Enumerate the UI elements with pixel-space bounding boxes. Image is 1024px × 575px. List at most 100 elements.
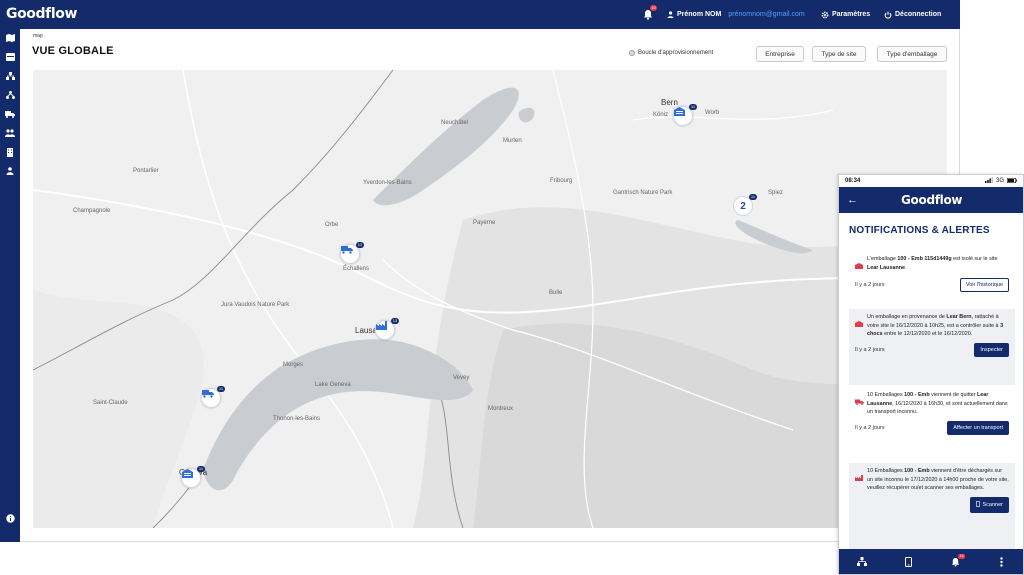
info-icon[interactable] <box>4 513 16 523</box>
supply-loop-toggle[interactable]: Boucle d'approvisionnement <box>629 50 713 56</box>
phone-icon <box>975 500 980 509</box>
alert-transport-icon <box>855 391 864 417</box>
inspect-button[interactable]: Inspecter <box>974 342 1009 357</box>
phone-icon[interactable] <box>902 555 916 569</box>
scan-label: Scanner <box>982 501 1004 508</box>
map-label-city: Échallens <box>343 266 370 272</box>
power-icon <box>884 11 892 19</box>
inventory-icon[interactable] <box>4 52 16 62</box>
notification-card[interactable]: 10 Emballages 100 - Emb viennent d'être … <box>849 463 1015 549</box>
notifications-title: NOTIFICATIONS & ALERTES <box>849 225 990 236</box>
top-bar: Goodflow 10 Prénom NOM prénomnom@gmail.c… <box>0 0 960 29</box>
assign-transport-button[interactable]: Affecter un transport <box>947 420 1009 435</box>
network-icon[interactable] <box>4 71 16 81</box>
user-icon <box>667 11 674 18</box>
settings-button[interactable]: Paramètres <box>821 0 870 29</box>
logout-button[interactable]: Déconnection <box>884 0 941 29</box>
map-label-city: Bern <box>661 98 678 107</box>
marker-badge: 12 <box>356 242 364 248</box>
cluster-badge: 11 <box>749 194 757 200</box>
scan-button[interactable]: Scanner <box>969 496 1009 513</box>
map-icon[interactable] <box>4 33 16 43</box>
notification-text: L'emballage 100 - Emb 115d1449g est isol… <box>867 256 998 271</box>
map-view[interactable]: Bern Köniz Worb Fribourg Yverdon-les-Bai… <box>33 70 947 528</box>
signal-icon <box>984 177 993 185</box>
marker-badge: 11 <box>217 386 225 392</box>
settings-label: Paramètres <box>832 11 871 18</box>
notification-card[interactable]: Un emballage en provenance de Lear Bern,… <box>849 309 1015 385</box>
map-label-city: Morges <box>283 362 304 368</box>
filter-site-type-button[interactable]: Type de site <box>812 46 866 62</box>
alert-unknown-site-icon <box>855 467 864 493</box>
notification-text: 10 Emballages 100 - Emb viennent d'être … <box>867 468 1009 491</box>
map-label-city: Spiez <box>768 190 784 196</box>
user-name: Prénom NOM <box>677 11 722 18</box>
mobile-app-screen: 08:34 3G ← Goodflow NOTIFICATIONS & ALER… <box>838 174 1024 575</box>
building-icon[interactable] <box>4 147 16 157</box>
status-bar: 08:34 3G <box>839 175 1023 187</box>
view-history-button[interactable]: Voir l'historique <box>959 278 1009 292</box>
map-label-city: Bulle <box>549 290 563 296</box>
map-label-city: Fribourg <box>550 178 573 184</box>
map-marker-warehouse[interactable]: 11 <box>673 104 697 126</box>
map-label-city: Murten <box>503 138 522 144</box>
alert-shock-icon <box>855 313 864 339</box>
battery-icon <box>1007 177 1017 185</box>
mobile-brand-logo: Goodflow <box>901 193 963 207</box>
cluster-count: 2 <box>740 200 746 212</box>
brand-logo[interactable]: Goodflow <box>6 6 77 22</box>
page-title: VUE GLOBALE <box>32 45 114 57</box>
marker-badge: 11 <box>689 104 697 110</box>
radio-icon[interactable] <box>629 50 635 56</box>
truck-icon[interactable] <box>4 109 16 119</box>
supply-loop-label: Boucle d'approvisionnement <box>638 50 714 56</box>
map-label-city: Pontarlier <box>133 168 159 174</box>
map-label-city: Neuchâtel <box>441 120 469 126</box>
map-label-city: Payerne <box>473 220 496 226</box>
bell-icon[interactable]: 10 <box>948 553 966 569</box>
user-email[interactable]: prénomnom@gmail.com <box>728 11 804 18</box>
map-marker-truck[interactable]: 11 <box>201 386 225 408</box>
notification-text: Un emballage en provenance de Lear Bern,… <box>867 314 1004 337</box>
map-label-park: Jura Vaudois Nature Park <box>221 302 290 308</box>
network-type: 3G <box>995 178 1004 184</box>
more-icon[interactable] <box>995 555 1009 569</box>
map-label-city: Thonon-les-Bains <box>273 416 321 422</box>
notification-card[interactable]: 10 Emballages 100 - Emb viennent de quit… <box>849 387 1015 461</box>
notification-time: Il y a 2 jours <box>855 282 885 288</box>
filter-packaging-type-button[interactable]: Type d'emballage <box>877 46 947 62</box>
logout-label: Déconnection <box>895 11 942 18</box>
gear-icon <box>821 11 829 19</box>
map-label-lake: Lake Geneva <box>315 382 351 388</box>
users-icon[interactable] <box>4 166 16 176</box>
map-label-city: Yverdon-les-Bains <box>363 180 412 186</box>
notifications-button[interactable]: 10 <box>641 0 657 29</box>
user-menu[interactable]: Prénom NOM prénomnom@gmail.com <box>667 0 805 29</box>
notification-count-badge: 10 <box>650 5 657 11</box>
map-label-city: Worb <box>705 110 720 116</box>
map-label-city: Vevey <box>453 375 470 381</box>
notification-card[interactable]: L'emballage 100 - Emb 115d1449g est isol… <box>849 251 1015 307</box>
filter-company-button[interactable]: Entreprise <box>756 46 804 62</box>
map-marker-warehouse[interactable]: 11 <box>181 466 205 488</box>
map-label-city: Orbe <box>325 222 339 228</box>
breadcrumb[interactable]: map <box>33 33 43 39</box>
marker-badge: 13 <box>391 318 399 324</box>
notification-text: 10 Emballages 100 - Emb viennent de quit… <box>867 392 1008 415</box>
map-label-city: Champagnole <box>73 208 111 214</box>
sidebar <box>0 29 20 542</box>
map-cluster[interactable]: 2 11 <box>733 194 757 216</box>
map-label-park: Gantrisch Nature Park <box>613 190 673 196</box>
status-time: 08:34 <box>845 178 861 184</box>
team-icon[interactable] <box>4 128 16 138</box>
map-label-city: Saint-Claude <box>93 400 128 406</box>
back-arrow-icon[interactable]: ← <box>847 194 858 206</box>
marker-badge: 11 <box>197 466 205 472</box>
map-marker-truck[interactable]: 12 <box>340 242 364 264</box>
map-marker-factory[interactable]: 13 <box>375 318 399 340</box>
screenshot-stage: Goodflow 10 Prénom NOM prénomnom@gmail.c… <box>0 0 1024 575</box>
map-canvas <box>33 70 947 528</box>
hierarchy-icon[interactable] <box>4 90 16 100</box>
map-label-city: Köniz <box>653 112 669 118</box>
network-icon[interactable] <box>855 555 869 569</box>
